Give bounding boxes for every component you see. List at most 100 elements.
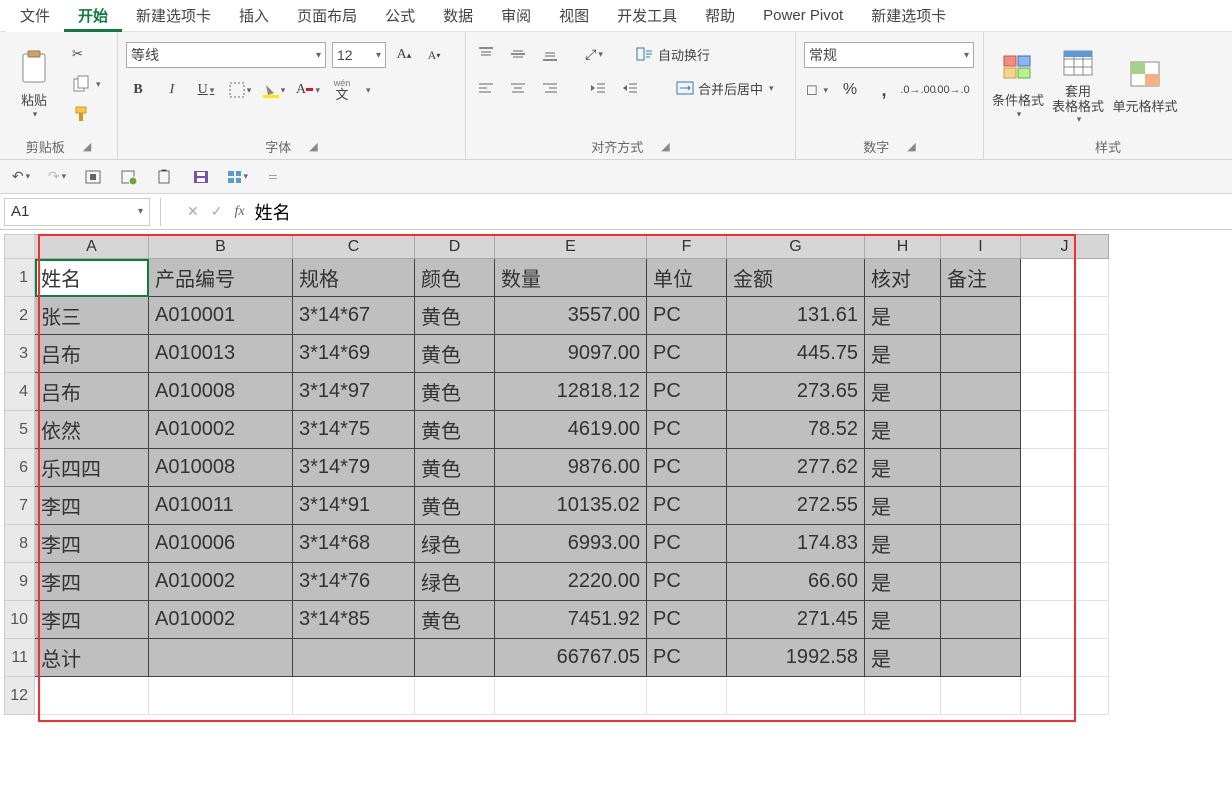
cell[interactable]: 277.62 bbox=[727, 449, 865, 487]
formula-input[interactable] bbox=[245, 198, 1232, 226]
menu-页面布局[interactable]: 页面布局 bbox=[283, 0, 371, 32]
cell[interactable]: A010008 bbox=[149, 373, 293, 411]
cell[interactable]: A010002 bbox=[149, 563, 293, 601]
col-header-F[interactable]: F bbox=[647, 235, 727, 259]
row-header[interactable]: 9 bbox=[5, 563, 35, 601]
save-button[interactable] bbox=[190, 166, 212, 188]
cell[interactable]: 绿色 bbox=[415, 525, 495, 563]
qat-icon-1[interactable] bbox=[82, 166, 104, 188]
comma-button[interactable]: , bbox=[872, 78, 896, 102]
col-header-G[interactable]: G bbox=[727, 235, 865, 259]
col-header-A[interactable]: A bbox=[35, 235, 149, 259]
cell[interactable]: 吕布 bbox=[35, 335, 149, 373]
menu-开始[interactable]: 开始 bbox=[64, 0, 122, 32]
cell[interactable] bbox=[941, 601, 1021, 639]
cell[interactable]: 是 bbox=[865, 411, 941, 449]
cell[interactable]: 总计 bbox=[35, 639, 149, 677]
font-size-combo[interactable]: 12▾ bbox=[332, 42, 386, 68]
cell[interactable]: 272.55 bbox=[727, 487, 865, 525]
cell[interactable]: 66767.05 bbox=[495, 639, 647, 677]
cell[interactable]: 数量 bbox=[495, 259, 647, 297]
align-top-button[interactable] bbox=[474, 42, 498, 66]
align-right-button[interactable] bbox=[538, 76, 562, 100]
cell[interactable]: 是 bbox=[865, 525, 941, 563]
dialog-launcher-icon[interactable]: ◢ bbox=[309, 140, 317, 153]
cell[interactable]: 姓名 bbox=[35, 259, 149, 297]
cell[interactable]: 规格 bbox=[293, 259, 415, 297]
cell[interactable]: A010002 bbox=[149, 411, 293, 449]
cell[interactable] bbox=[941, 525, 1021, 563]
cell[interactable]: 是 bbox=[865, 639, 941, 677]
italic-button[interactable]: I bbox=[160, 78, 184, 102]
cell[interactable] bbox=[1021, 449, 1109, 487]
bold-button[interactable]: B bbox=[126, 78, 150, 102]
cell[interactable]: 产品编号 bbox=[149, 259, 293, 297]
cell[interactable]: 吕布 bbox=[35, 373, 149, 411]
paste-button[interactable]: 粘贴 ▾ bbox=[8, 42, 60, 128]
dialog-launcher-icon[interactable]: ◢ bbox=[907, 140, 915, 153]
fx-icon[interactable]: fx bbox=[234, 204, 244, 220]
qat-icon-3[interactable] bbox=[154, 166, 176, 188]
row-header[interactable]: 1 bbox=[5, 259, 35, 297]
cell[interactable]: 3*14*67 bbox=[293, 297, 415, 335]
cell[interactable]: 备注 bbox=[941, 259, 1021, 297]
cell[interactable]: A010013 bbox=[149, 335, 293, 373]
increase-font-button[interactable]: A▴ bbox=[392, 43, 416, 67]
cell[interactable] bbox=[941, 373, 1021, 411]
row-header[interactable]: 8 bbox=[5, 525, 35, 563]
row-header[interactable]: 12 bbox=[5, 677, 35, 715]
col-header-B[interactable]: B bbox=[149, 235, 293, 259]
cell[interactable]: 273.65 bbox=[727, 373, 865, 411]
menu-插入[interactable]: 插入 bbox=[225, 0, 283, 32]
cell[interactable]: 是 bbox=[865, 373, 941, 411]
cell[interactable]: 黄色 bbox=[415, 297, 495, 335]
col-header-E[interactable]: E bbox=[495, 235, 647, 259]
qat-grid-button[interactable]: ▾ bbox=[226, 166, 248, 188]
cell[interactable]: 黄色 bbox=[415, 449, 495, 487]
font-name-combo[interactable]: 等线▾ bbox=[126, 42, 326, 68]
menu-开发工具[interactable]: 开发工具 bbox=[603, 0, 691, 32]
cell[interactable]: 174.83 bbox=[727, 525, 865, 563]
phonetic-guide-button[interactable]: wén 文 bbox=[330, 78, 354, 102]
cell[interactable] bbox=[1021, 639, 1109, 677]
cell[interactable]: 131.61 bbox=[727, 297, 865, 335]
cell[interactable]: A010011 bbox=[149, 487, 293, 525]
cell[interactable] bbox=[1021, 373, 1109, 411]
cell[interactable] bbox=[941, 411, 1021, 449]
menu-新建选项卡[interactable]: 新建选项卡 bbox=[122, 0, 225, 32]
cell[interactable] bbox=[941, 563, 1021, 601]
increase-indent-button[interactable] bbox=[618, 76, 642, 100]
menu-power-pivot[interactable]: Power Pivot bbox=[749, 1, 857, 30]
cell[interactable] bbox=[293, 639, 415, 677]
menu-视图[interactable]: 视图 bbox=[545, 0, 603, 32]
cell[interactable]: 是 bbox=[865, 487, 941, 525]
align-center-button[interactable] bbox=[506, 76, 530, 100]
cell-styles-button[interactable]: 单元格样式 bbox=[1112, 42, 1178, 128]
menu-帮助[interactable]: 帮助 bbox=[691, 0, 749, 32]
copy-button[interactable]: ▾ bbox=[68, 72, 105, 96]
cell[interactable]: 金额 bbox=[727, 259, 865, 297]
row-header[interactable]: 10 bbox=[5, 601, 35, 639]
accounting-format-button[interactable]: ☐▾ bbox=[804, 78, 828, 102]
cell[interactable] bbox=[941, 335, 1021, 373]
cell[interactable] bbox=[1021, 411, 1109, 449]
qat-icon-2[interactable] bbox=[118, 166, 140, 188]
cell[interactable] bbox=[1021, 259, 1109, 297]
cell[interactable]: 12818.12 bbox=[495, 373, 647, 411]
cell[interactable]: 黄色 bbox=[415, 487, 495, 525]
row-header[interactable]: 6 bbox=[5, 449, 35, 487]
cell[interactable] bbox=[1021, 525, 1109, 563]
fill-color-button[interactable]: ▾ bbox=[262, 78, 286, 102]
name-box[interactable]: A1▾ bbox=[4, 198, 150, 226]
dialog-launcher-icon[interactable]: ◢ bbox=[661, 140, 669, 153]
cell[interactable] bbox=[1021, 601, 1109, 639]
cell[interactable] bbox=[941, 639, 1021, 677]
menu-公式[interactable]: 公式 bbox=[371, 0, 429, 32]
cell[interactable] bbox=[1021, 677, 1109, 715]
cell[interactable]: 4619.00 bbox=[495, 411, 647, 449]
cell[interactable]: 7451.92 bbox=[495, 601, 647, 639]
border-button[interactable]: ▾ bbox=[228, 78, 252, 102]
menu-数据[interactable]: 数据 bbox=[429, 0, 487, 32]
cell[interactable]: 是 bbox=[865, 297, 941, 335]
increase-decimal-button[interactable]: .0→.00 bbox=[906, 78, 930, 102]
